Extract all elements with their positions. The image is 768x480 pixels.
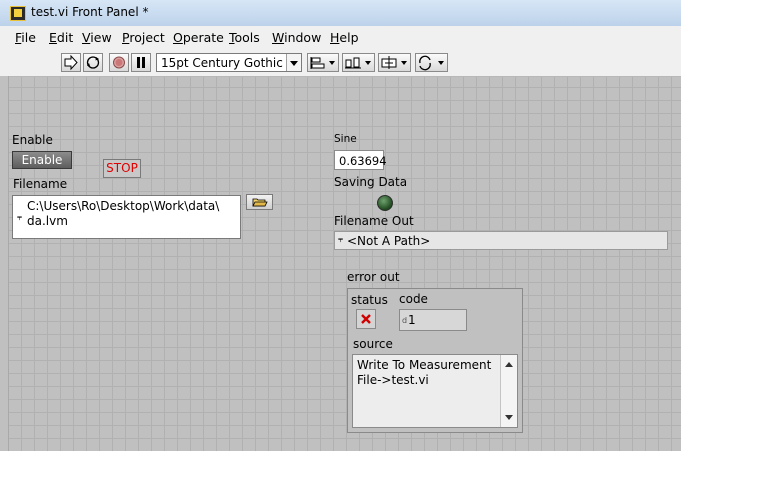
chevron-down-icon[interactable] [286, 54, 301, 71]
scroll-up-icon[interactable] [505, 362, 513, 367]
source-value: Write To Measurement File->test.vi [357, 358, 492, 387]
menu-edit[interactable]: Edit [49, 30, 73, 45]
browse-folder-button[interactable] [246, 194, 273, 210]
saving-data-label: Saving Data [334, 175, 408, 189]
menu-bar: File Edit View Project Operate Tools Win… [0, 26, 681, 50]
menu-window[interactable]: Window [272, 30, 321, 45]
font-select-value: 15pt Century Gothic [161, 56, 283, 70]
path-icon: ⫧ [17, 213, 23, 223]
source-label: source [353, 337, 393, 351]
pause-icon[interactable] [131, 53, 151, 72]
error-out-label: error out [347, 270, 400, 284]
resize-objects-icon[interactable] [378, 53, 411, 72]
sine-indicator: 0.63694 [334, 150, 387, 170]
panel-left-edge [0, 76, 9, 451]
filename-path-control[interactable]: ⫧ C:\Users\Ro\Desktop\Work\data\ da.lvm [12, 195, 241, 239]
menu-project[interactable]: Project [122, 30, 165, 45]
folder-icon [252, 198, 268, 207]
numeric-type-icon: d [402, 316, 408, 325]
front-panel-window: test.vi Front Panel * File Edit View Pro… [0, 0, 681, 451]
vi-icon [10, 6, 26, 21]
filename-out-label: Filename Out [334, 214, 414, 228]
title-bar[interactable]: test.vi Front Panel * [0, 0, 681, 27]
menu-file[interactable]: File [15, 30, 36, 45]
distribute-objects-icon[interactable] [342, 53, 375, 72]
saving-data-led [377, 195, 393, 211]
code-value: 1 [408, 313, 416, 327]
filename-out-value: <Not A Path> [347, 234, 431, 248]
toolbar: 15pt Century Gothic [0, 50, 681, 77]
align-objects-icon[interactable] [307, 53, 339, 72]
sine-label: Sine [334, 133, 357, 145]
error-x-icon [361, 314, 371, 324]
menu-help[interactable]: Help [330, 30, 359, 45]
menu-operate[interactable]: Operate [173, 30, 224, 45]
status-label: status [351, 293, 388, 307]
abort-execution-icon[interactable] [109, 53, 129, 72]
window-title: test.vi Front Panel * [31, 5, 149, 19]
code-indicator: d 1 [399, 309, 467, 331]
text-settings-select[interactable]: 15pt Century Gothic [156, 53, 302, 72]
menu-view[interactable]: View [82, 30, 112, 45]
enable-button[interactable]: Enable [12, 151, 72, 169]
stop-button[interactable]: STOP [103, 159, 141, 178]
run-continuously-icon[interactable] [83, 53, 103, 72]
filename-label: Filename [13, 177, 68, 191]
source-scrollbar[interactable] [500, 355, 517, 427]
reorder-icon[interactable] [415, 53, 448, 72]
path-icon: ⫧ [338, 235, 344, 245]
code-label: code [399, 292, 428, 306]
enable-label: Enable [12, 133, 53, 147]
scroll-down-icon[interactable] [505, 415, 513, 420]
source-indicator: Write To Measurement File->test.vi [352, 354, 518, 428]
filename-out-indicator: ⫧ <Not A Path> [334, 231, 668, 250]
menu-tools[interactable]: Tools [229, 30, 260, 45]
filename-value: C:\Users\Ro\Desktop\Work\data\ da.lvm [27, 199, 220, 228]
run-arrow-icon[interactable] [61, 53, 81, 72]
status-indicator [356, 309, 376, 329]
